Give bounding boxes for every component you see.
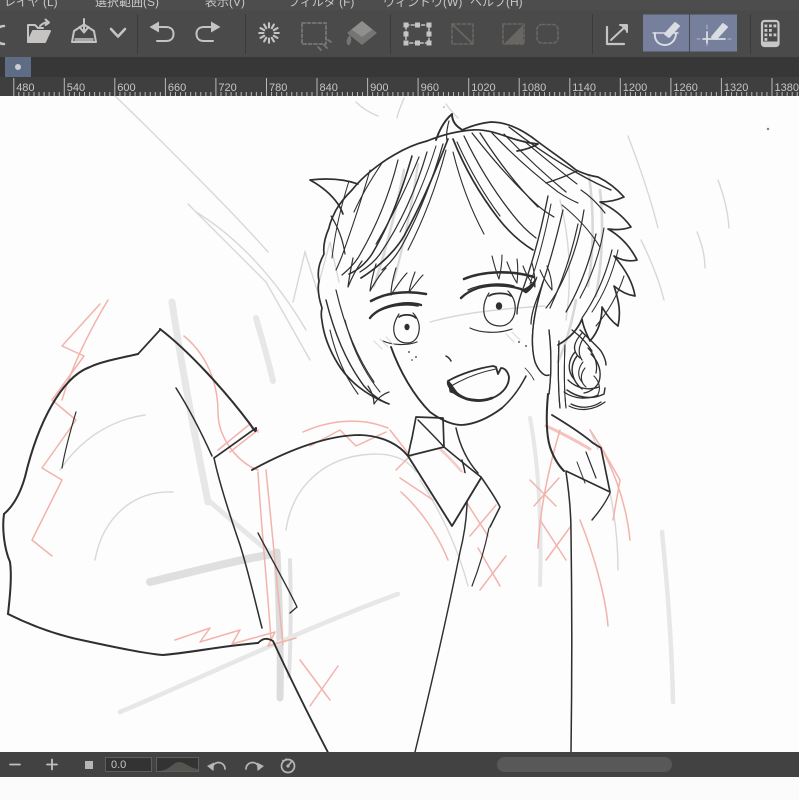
svg-text:1140: 1140 — [572, 82, 596, 94]
